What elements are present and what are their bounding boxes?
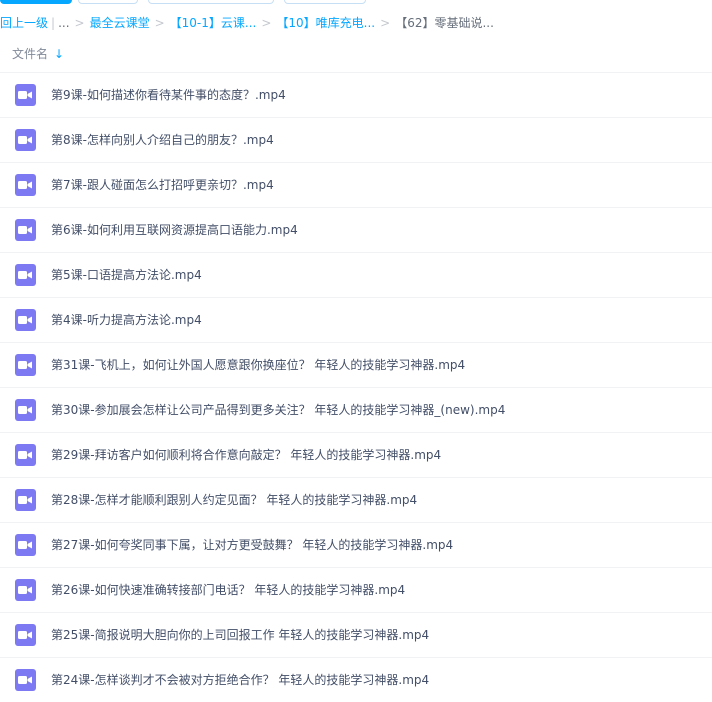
- arrow-down-icon[interactable]: ↓: [54, 45, 64, 63]
- video-file-icon: [15, 354, 36, 376]
- file-row[interactable]: 第24课-怎样谈判才不会被对方拒绝合作？ 年轻人的技能学习神器.mp4: [0, 657, 712, 702]
- breadcrumb-separator: >: [261, 16, 272, 30]
- toolbar-button[interactable]: [284, 0, 366, 4]
- column-header-label: 文件名: [12, 47, 49, 61]
- toolbar-primary-button[interactable]: [0, 0, 72, 4]
- video-file-icon: [15, 84, 36, 106]
- file-name[interactable]: 第26课-如何快速准确转接部门电话？ 年轻人的技能学习神器.mp4: [51, 581, 405, 599]
- breadcrumb-link[interactable]: 【10】唯库充电...: [276, 14, 375, 32]
- file-row[interactable]: 第4课-听力提高方法论.mp4: [0, 297, 712, 342]
- file-name[interactable]: 第9课-如何描述你看待某件事的态度？.mp4: [51, 86, 286, 104]
- file-name[interactable]: 第27课-如何夸奖同事下属，让对方更受鼓舞？ 年轻人的技能学习神器.mp4: [51, 536, 453, 554]
- video-file-icon: [15, 579, 36, 601]
- file-name[interactable]: 第30课-参加展会怎样让公司产品得到更多关注？ 年轻人的技能学习神器_(new)…: [51, 401, 505, 419]
- breadcrumb-link[interactable]: 最全云课堂: [90, 14, 150, 32]
- file-name[interactable]: 第31课-飞机上，如何让外国人愿意跟你换座位？ 年轻人的技能学习神器.mp4: [51, 356, 465, 374]
- file-row[interactable]: 第27课-如何夸奖同事下属，让对方更受鼓舞？ 年轻人的技能学习神器.mp4: [0, 522, 712, 567]
- video-file-icon: [15, 534, 36, 556]
- file-row[interactable]: 第6课-如何利用互联网资源提高口语能力.mp4: [0, 207, 712, 252]
- file-row[interactable]: 第8课-怎样向别人介绍自己的朋友？.mp4: [0, 117, 712, 162]
- file-row[interactable]: 第31课-飞机上，如何让外国人愿意跟你换座位？ 年轻人的技能学习神器.mp4: [0, 342, 712, 387]
- breadcrumb-separator: >: [74, 16, 85, 30]
- toolbar: [0, 0, 712, 4]
- file-row[interactable]: 第29课-拜访客户如何顺利将合作意向敲定？ 年轻人的技能学习神器.mp4: [0, 432, 712, 477]
- breadcrumb-separator: >: [154, 16, 165, 30]
- file-row[interactable]: 第7课-跟人碰面怎么打招呼更亲切？.mp4: [0, 162, 712, 207]
- file-list: 第9课-如何描述你看待某件事的态度？.mp4 第8课-怎样向别人介绍自己的朋友？.…: [0, 72, 712, 702]
- breadcrumb-link[interactable]: 回上一级: [0, 14, 48, 32]
- file-row[interactable]: 第26课-如何快速准确转接部门电话？ 年轻人的技能学习神器.mp4: [0, 567, 712, 612]
- file-name[interactable]: 第8课-怎样向别人介绍自己的朋友？.mp4: [51, 131, 274, 149]
- video-file-icon: [15, 669, 36, 691]
- file-name[interactable]: 第29课-拜访客户如何顺利将合作意向敲定？ 年轻人的技能学习神器.mp4: [51, 446, 441, 464]
- file-row[interactable]: 第5课-口语提高方法论.mp4: [0, 252, 712, 297]
- column-header-filename[interactable]: 文件名 ↓: [12, 45, 64, 63]
- file-name[interactable]: 第6课-如何利用互联网资源提高口语能力.mp4: [51, 221, 298, 239]
- file-name[interactable]: 第7课-跟人碰面怎么打招呼更亲切？.mp4: [51, 176, 274, 194]
- file-row[interactable]: 第25课-简报说明大胆向你的上司回报工作 年轻人的技能学习神器.mp4: [0, 612, 712, 657]
- toolbar-button[interactable]: [148, 0, 274, 4]
- video-file-icon: [15, 444, 36, 466]
- file-name[interactable]: 第5课-口语提高方法论.mp4: [51, 266, 202, 284]
- video-file-icon: [15, 309, 36, 331]
- breadcrumb-divider: |: [51, 16, 56, 30]
- file-name[interactable]: 第28课-怎样才能顺利跟别人约定见面？ 年轻人的技能学习神器.mp4: [51, 491, 417, 509]
- file-name[interactable]: 第24课-怎样谈判才不会被对方拒绝合作？ 年轻人的技能学习神器.mp4: [51, 671, 429, 689]
- video-file-icon: [15, 264, 36, 286]
- video-file-icon: [15, 489, 36, 511]
- file-row[interactable]: 第30课-参加展会怎样让公司产品得到更多关注？ 年轻人的技能学习神器_(new)…: [0, 387, 712, 432]
- breadcrumb: 回上一级 |... > 最全云课堂 > 【10-1】云课... > 【10】唯库充电... > 【…: [0, 14, 494, 32]
- video-file-icon: [15, 399, 36, 421]
- video-file-icon: [15, 129, 36, 151]
- video-file-icon: [15, 219, 36, 241]
- breadcrumb-link[interactable]: 【10-1】云课...: [170, 14, 257, 32]
- file-row[interactable]: 第28课-怎样才能顺利跟别人约定见面？ 年轻人的技能学习神器.mp4: [0, 477, 712, 522]
- video-file-icon: [15, 624, 36, 646]
- file-name[interactable]: 第25课-简报说明大胆向你的上司回报工作 年轻人的技能学习神器.mp4: [51, 626, 429, 644]
- breadcrumb-separator: >: [380, 16, 391, 30]
- file-row[interactable]: 第9课-如何描述你看待某件事的态度？.mp4: [0, 72, 712, 117]
- video-file-icon: [15, 174, 36, 196]
- file-name[interactable]: 第4课-听力提高方法论.mp4: [51, 311, 202, 329]
- toolbar-button[interactable]: [78, 0, 138, 4]
- breadcrumb-ellipsis[interactable]: ...: [58, 14, 69, 32]
- breadcrumb-current: 【62】零基础说...: [395, 16, 494, 30]
